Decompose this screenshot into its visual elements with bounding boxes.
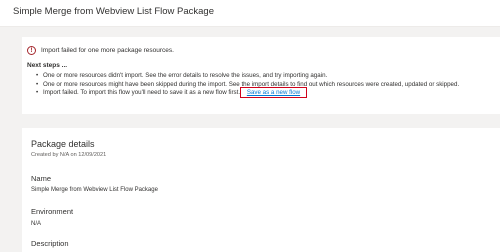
next-steps-list: • One or more resources didn't import. S… <box>36 72 459 99</box>
environment-label: Environment <box>31 207 74 216</box>
created-by-text: Created by N/A on 12/09/2021 <box>31 152 107 158</box>
next-steps-heading: Next steps ... <box>27 62 68 69</box>
error-message: Import failed for one more package resou… <box>41 46 174 54</box>
next-step-text: One or more resources didn't import. See… <box>43 72 328 79</box>
page-title: Simple Merge from Webview List Flow Pack… <box>13 6 214 17</box>
import-error-panel: ! Import failed for one more package res… <box>22 37 500 114</box>
page-header: Simple Merge from Webview List Flow Pack… <box>0 0 500 27</box>
bullet-icon: • <box>36 72 39 79</box>
error-message-row: ! Import failed for one more package res… <box>27 44 174 56</box>
package-details-panel: Package details Created by N/A on 12/09/… <box>22 128 500 252</box>
package-details-title: Package details <box>31 139 95 149</box>
save-as-new-flow-link[interactable]: Save as a new flow <box>239 87 308 99</box>
bullet-icon: • <box>36 89 39 97</box>
next-step-text: Import failed. To import this flow you'l… <box>43 89 241 97</box>
name-label: Name <box>31 174 52 183</box>
description-label: Description <box>31 239 69 248</box>
next-step-item: • One or more resources didn't import. S… <box>36 72 459 81</box>
environment-value: N/A <box>31 221 42 227</box>
name-value: Simple Merge from Webview List Flow Pack… <box>31 187 158 193</box>
next-step-item: • One or more resources might have been … <box>36 81 459 90</box>
error-circle-icon: ! <box>27 45 36 55</box>
next-step-text: One or more resources might have been sk… <box>43 80 460 88</box>
next-step-item: • Import failed. To import this flow you… <box>36 87 459 99</box>
bullet-icon: • <box>36 80 39 88</box>
